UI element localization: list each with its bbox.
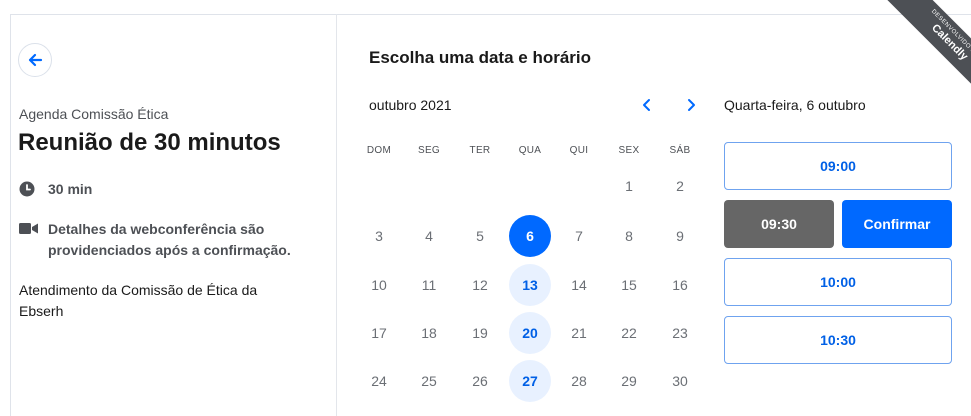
calendar-day: 12 <box>472 277 488 293</box>
badge-brand: Calendly <box>929 21 971 63</box>
calendar-day: 3 <box>375 228 383 244</box>
time-slot-button[interactable]: 09:00 <box>724 142 952 190</box>
calendar-day: 4 <box>425 228 433 244</box>
weekday-label: QUI <box>569 145 589 156</box>
weekday-label: QUA <box>518 145 542 156</box>
back-button[interactable] <box>18 43 52 77</box>
calendar-day: 25 <box>421 373 437 389</box>
pick-date-heading: Escolha uma data e horário <box>369 48 592 67</box>
panel-divider <box>336 14 337 416</box>
chevron-right-icon <box>688 99 695 111</box>
event-description: Atendimento da Comissão de Ética da Ebse… <box>19 280 299 322</box>
conference-text-line-2: providenciados após a confirmação. <box>48 242 291 258</box>
duration-text: 30 min <box>48 181 93 197</box>
calendar-day-available[interactable]: 20 <box>509 312 551 354</box>
description-line-1: Atendimento da Comissão de Ética da <box>19 282 258 298</box>
weekday-label: SÁB <box>669 145 691 156</box>
clock-icon <box>19 181 35 197</box>
selected-date-label: Quarta-feira, 6 outubro <box>724 97 866 113</box>
event-title: Reunião de 30 minutos <box>18 129 281 156</box>
calendar-day: 30 <box>672 373 688 389</box>
weekday-label: SEX <box>618 145 640 156</box>
calendar-day: 26 <box>472 373 488 389</box>
calendar-day: 29 <box>621 373 637 389</box>
next-month-button[interactable] <box>682 96 700 114</box>
conference-info: Detalhes da webconferência são providenc… <box>19 219 291 261</box>
calendar-day-available[interactable]: 27 <box>509 360 551 402</box>
duration-info: 30 min <box>19 181 92 197</box>
video-camera-icon <box>19 223 38 234</box>
calendar-day-available[interactable]: 13 <box>509 264 551 306</box>
calendar-day: 23 <box>672 325 688 341</box>
calendar-day: 2 <box>676 178 684 194</box>
powered-by-badge[interactable]: DESENVOLVIDO POR Calendly <box>861 0 971 110</box>
calendar-day: 10 <box>371 277 387 293</box>
calendar-day: 5 <box>476 228 484 244</box>
calendar-day: 17 <box>371 325 387 341</box>
calendar-day: 24 <box>371 373 387 389</box>
time-slot-button[interactable]: 10:00 <box>724 258 952 306</box>
confirm-button[interactable]: Confirmar <box>842 200 952 248</box>
badge-ribbon: DESENVOLVIDO POR Calendly <box>883 0 971 109</box>
weekday-label: DOM <box>366 145 392 156</box>
calendar-day: 15 <box>621 277 637 293</box>
arrow-left-icon <box>28 53 43 67</box>
description-line-2: Ebserh <box>19 303 64 319</box>
chevron-left-icon <box>643 99 650 111</box>
calendar-day: 22 <box>621 325 637 341</box>
time-slot-button[interactable]: 10:30 <box>724 316 952 364</box>
calendar-day: 8 <box>625 228 633 244</box>
conference-text-line-1: Detalhes da webconferência são <box>48 221 265 237</box>
calendar-day: 19 <box>472 325 488 341</box>
calendar-day: 14 <box>571 277 587 293</box>
calendar-day: 1 <box>625 178 633 194</box>
calendar-day: 16 <box>672 277 688 293</box>
calendar-day: 9 <box>676 228 684 244</box>
month-label: outubro 2021 <box>369 97 452 113</box>
calendar-day-selected[interactable]: 6 <box>509 215 551 257</box>
calendar-day: 18 <box>421 325 437 341</box>
organizer-name: Agenda Comissão Ética <box>19 106 169 122</box>
previous-month-button[interactable] <box>638 96 656 114</box>
weekday-label: SEG <box>417 145 441 156</box>
conference-text: Detalhes da webconferência são providenc… <box>48 219 291 261</box>
calendar-day: 11 <box>421 277 437 293</box>
calendar-day: 7 <box>575 228 583 244</box>
weekday-label: TER <box>469 145 491 156</box>
selected-time-slot[interactable]: 09:30 <box>724 200 834 248</box>
calendar-day: 28 <box>571 373 587 389</box>
calendar-day: 21 <box>571 325 587 341</box>
